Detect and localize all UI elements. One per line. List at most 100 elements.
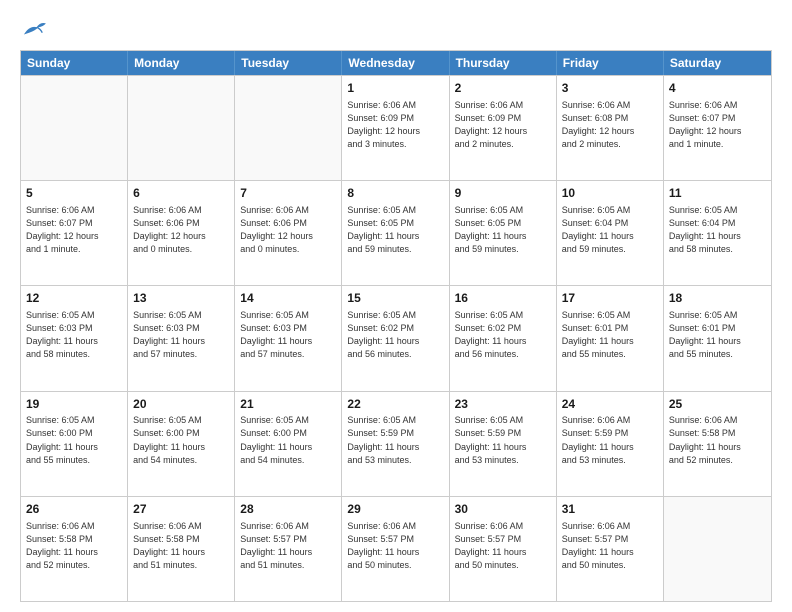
day-number: 1 xyxy=(347,80,443,97)
day-number: 4 xyxy=(669,80,766,97)
day-cell-14: 14 Sunrise: 6:05 AM Sunset: 6:03 PM Dayli… xyxy=(235,286,342,390)
day-number: 31 xyxy=(562,501,658,518)
header-day-thursday: Thursday xyxy=(450,51,557,75)
header-day-friday: Friday xyxy=(557,51,664,75)
day-cell-4: 4 Sunrise: 6:06 AM Sunset: 6:07 PM Daylig… xyxy=(664,76,771,180)
day-number: 5 xyxy=(26,185,122,202)
day-info: Sunrise: 6:06 AM Sunset: 5:57 PM Dayligh… xyxy=(562,520,658,572)
day-info: Sunrise: 6:06 AM Sunset: 5:58 PM Dayligh… xyxy=(133,520,229,572)
day-number: 3 xyxy=(562,80,658,97)
week-row-5: 26 Sunrise: 6:06 AM Sunset: 5:58 PM Dayli… xyxy=(21,496,771,601)
day-cell-28: 28Sunrise: 6:06 AM Sunset: 5:57 PM Dayli… xyxy=(235,497,342,601)
header-day-wednesday: Wednesday xyxy=(342,51,449,75)
day-info: Sunrise: 6:05 AM Sunset: 6:03 PM Dayligh… xyxy=(26,309,122,361)
day-info: Sunrise: 6:05 AM Sunset: 6:02 PM Dayligh… xyxy=(347,309,443,361)
day-number: 11 xyxy=(669,185,766,202)
day-cell-8: 8 Sunrise: 6:05 AM Sunset: 6:05 PM Daylig… xyxy=(342,181,449,285)
day-cell-12: 12 Sunrise: 6:05 AM Sunset: 6:03 PM Dayli… xyxy=(21,286,128,390)
day-cell-11: 11 Sunrise: 6:05 AM Sunset: 6:04 PM Dayli… xyxy=(664,181,771,285)
day-number: 10 xyxy=(562,185,658,202)
day-number: 14 xyxy=(240,290,336,307)
day-number: 6 xyxy=(133,185,229,202)
day-info: Sunrise: 6:05 AM Sunset: 6:05 PM Dayligh… xyxy=(455,204,551,256)
calendar-body: 1 Sunrise: 6:06 AM Sunset: 6:09 PM Daylig… xyxy=(21,75,771,601)
day-info: Sunrise: 6:05 AM Sunset: 5:59 PM Dayligh… xyxy=(347,414,443,466)
day-cell-6: 6Sunrise: 6:06 AM Sunset: 6:06 PM Daylig… xyxy=(128,181,235,285)
day-cell-5: 5Sunrise: 6:06 AM Sunset: 6:07 PM Daylig… xyxy=(21,181,128,285)
day-cell-15: 15Sunrise: 6:05 AM Sunset: 6:02 PM Dayli… xyxy=(342,286,449,390)
day-info: Sunrise: 6:06 AM Sunset: 5:58 PM Dayligh… xyxy=(669,414,766,466)
day-cell-21: 21Sunrise: 6:05 AM Sunset: 6:00 PM Dayli… xyxy=(235,392,342,496)
empty-cell xyxy=(128,76,235,180)
header-day-tuesday: Tuesday xyxy=(235,51,342,75)
day-info: Sunrise: 6:06 AM Sunset: 5:57 PM Dayligh… xyxy=(347,520,443,572)
day-number: 20 xyxy=(133,396,229,413)
week-row-4: 19Sunrise: 6:05 AM Sunset: 6:00 PM Dayli… xyxy=(21,391,771,496)
calendar-header-row: SundayMondayTuesdayWednesdayThursdayFrid… xyxy=(21,51,771,75)
day-cell-30: 30Sunrise: 6:06 AM Sunset: 5:57 PM Dayli… xyxy=(450,497,557,601)
day-number: 24 xyxy=(562,396,658,413)
day-cell-31: 31 Sunrise: 6:06 AM Sunset: 5:57 PM Dayli… xyxy=(557,497,664,601)
day-info: Sunrise: 6:06 AM Sunset: 6:06 PM Dayligh… xyxy=(240,204,336,256)
day-info: Sunrise: 6:05 AM Sunset: 6:04 PM Dayligh… xyxy=(669,204,766,256)
week-row-2: 5Sunrise: 6:06 AM Sunset: 6:07 PM Daylig… xyxy=(21,180,771,285)
day-cell-1: 1 Sunrise: 6:06 AM Sunset: 6:09 PM Daylig… xyxy=(342,76,449,180)
day-info: Sunrise: 6:06 AM Sunset: 6:09 PM Dayligh… xyxy=(455,99,551,151)
day-number: 23 xyxy=(455,396,551,413)
day-number: 19 xyxy=(26,396,122,413)
header-day-sunday: Sunday xyxy=(21,51,128,75)
day-cell-19: 19Sunrise: 6:05 AM Sunset: 6:00 PM Dayli… xyxy=(21,392,128,496)
day-number: 28 xyxy=(240,501,336,518)
day-number: 13 xyxy=(133,290,229,307)
day-number: 17 xyxy=(562,290,658,307)
day-cell-7: 7Sunrise: 6:06 AM Sunset: 6:06 PM Daylig… xyxy=(235,181,342,285)
week-row-3: 12 Sunrise: 6:05 AM Sunset: 6:03 PM Dayli… xyxy=(21,285,771,390)
day-info: Sunrise: 6:05 AM Sunset: 6:03 PM Dayligh… xyxy=(133,309,229,361)
day-number: 22 xyxy=(347,396,443,413)
day-info: Sunrise: 6:05 AM Sunset: 6:00 PM Dayligh… xyxy=(240,414,336,466)
header-day-monday: Monday xyxy=(128,51,235,75)
day-cell-9: 9Sunrise: 6:05 AM Sunset: 6:05 PM Daylig… xyxy=(450,181,557,285)
day-number: 18 xyxy=(669,290,766,307)
week-row-1: 1 Sunrise: 6:06 AM Sunset: 6:09 PM Daylig… xyxy=(21,75,771,180)
day-number: 26 xyxy=(26,501,122,518)
day-info: Sunrise: 6:05 AM Sunset: 6:00 PM Dayligh… xyxy=(133,414,229,466)
empty-cell xyxy=(235,76,342,180)
day-cell-18: 18 Sunrise: 6:05 AM Sunset: 6:01 PM Dayli… xyxy=(664,286,771,390)
day-number: 21 xyxy=(240,396,336,413)
logo xyxy=(20,18,50,40)
day-info: Sunrise: 6:05 AM Sunset: 6:01 PM Dayligh… xyxy=(562,309,658,361)
day-number: 27 xyxy=(133,501,229,518)
day-number: 8 xyxy=(347,185,443,202)
day-number: 2 xyxy=(455,80,551,97)
logo-icon xyxy=(20,18,48,40)
day-info: Sunrise: 6:05 AM Sunset: 6:02 PM Dayligh… xyxy=(455,309,551,361)
header xyxy=(20,18,772,40)
day-info: Sunrise: 6:06 AM Sunset: 6:09 PM Dayligh… xyxy=(347,99,443,151)
day-info: Sunrise: 6:06 AM Sunset: 6:07 PM Dayligh… xyxy=(669,99,766,151)
day-cell-25: 25Sunrise: 6:06 AM Sunset: 5:58 PM Dayli… xyxy=(664,392,771,496)
day-number: 12 xyxy=(26,290,122,307)
page: SundayMondayTuesdayWednesdayThursdayFrid… xyxy=(0,0,792,612)
day-cell-23: 23Sunrise: 6:05 AM Sunset: 5:59 PM Dayli… xyxy=(450,392,557,496)
day-cell-17: 17 Sunrise: 6:05 AM Sunset: 6:01 PM Dayli… xyxy=(557,286,664,390)
day-info: Sunrise: 6:05 AM Sunset: 5:59 PM Dayligh… xyxy=(455,414,551,466)
calendar: SundayMondayTuesdayWednesdayThursdayFrid… xyxy=(20,50,772,602)
day-cell-13: 13 Sunrise: 6:05 AM Sunset: 6:03 PM Dayli… xyxy=(128,286,235,390)
day-cell-3: 3Sunrise: 6:06 AM Sunset: 6:08 PM Daylig… xyxy=(557,76,664,180)
day-info: Sunrise: 6:05 AM Sunset: 6:04 PM Dayligh… xyxy=(562,204,658,256)
empty-cell xyxy=(664,497,771,601)
day-number: 25 xyxy=(669,396,766,413)
day-info: Sunrise: 6:05 AM Sunset: 6:00 PM Dayligh… xyxy=(26,414,122,466)
day-cell-22: 22Sunrise: 6:05 AM Sunset: 5:59 PM Dayli… xyxy=(342,392,449,496)
empty-cell xyxy=(21,76,128,180)
day-cell-27: 27 Sunrise: 6:06 AM Sunset: 5:58 PM Dayli… xyxy=(128,497,235,601)
day-cell-2: 2 Sunrise: 6:06 AM Sunset: 6:09 PM Daylig… xyxy=(450,76,557,180)
header-day-saturday: Saturday xyxy=(664,51,771,75)
day-cell-16: 16 Sunrise: 6:05 AM Sunset: 6:02 PM Dayli… xyxy=(450,286,557,390)
day-cell-26: 26Sunrise: 6:06 AM Sunset: 5:58 PM Dayli… xyxy=(21,497,128,601)
day-info: Sunrise: 6:05 AM Sunset: 6:01 PM Dayligh… xyxy=(669,309,766,361)
day-info: Sunrise: 6:05 AM Sunset: 6:05 PM Dayligh… xyxy=(347,204,443,256)
day-info: Sunrise: 6:05 AM Sunset: 6:03 PM Dayligh… xyxy=(240,309,336,361)
day-number: 16 xyxy=(455,290,551,307)
